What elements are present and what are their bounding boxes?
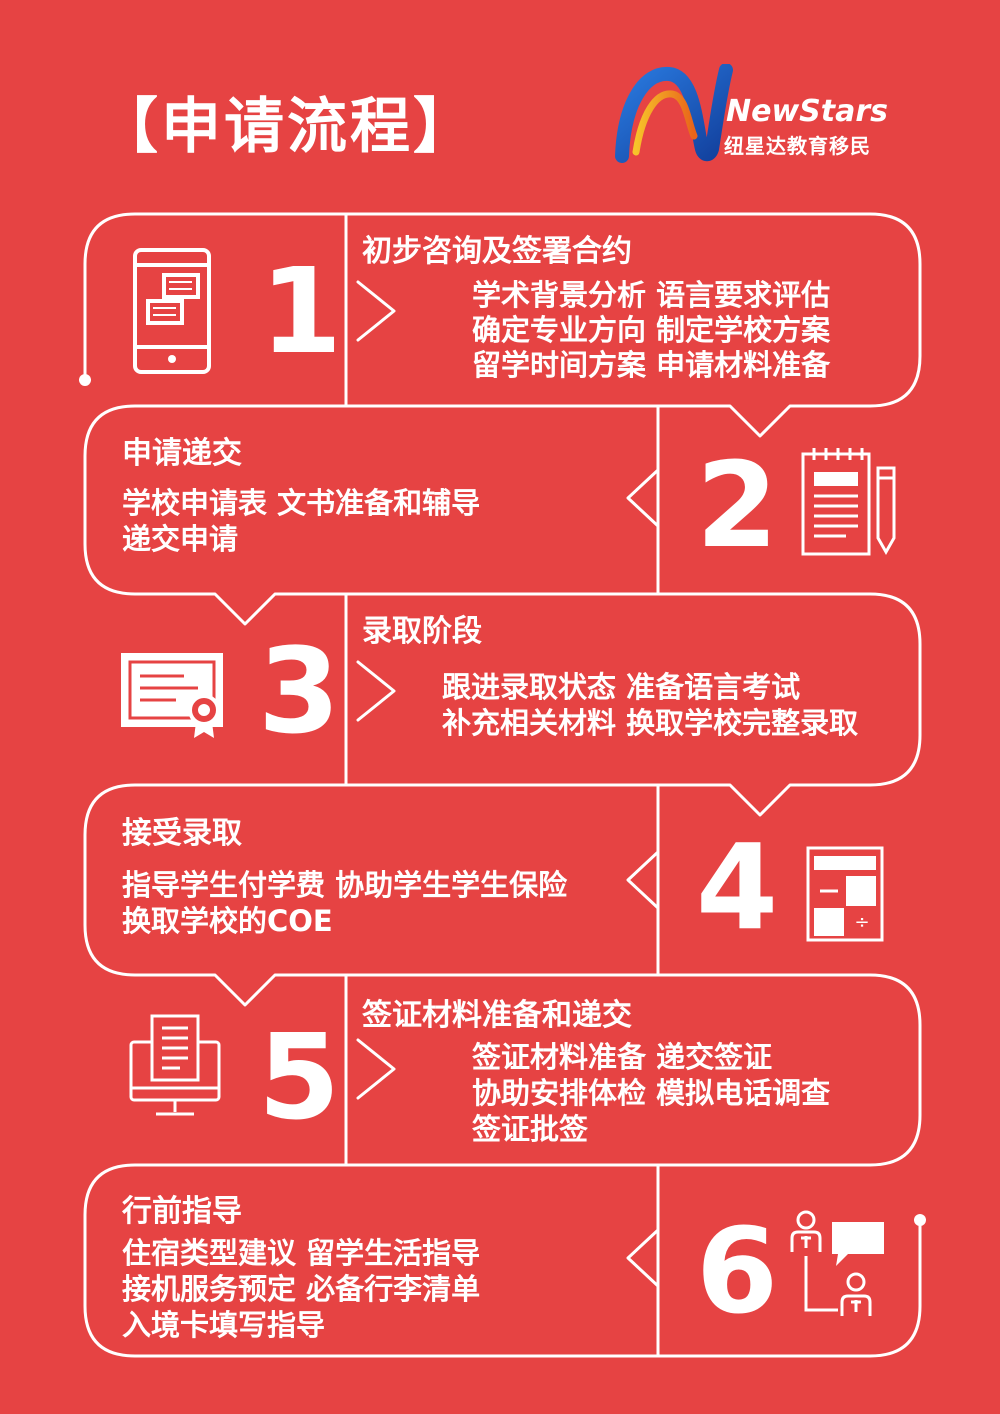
step-2-number: 2	[696, 436, 779, 574]
step-6-line-3: 入境卡填写指导	[122, 1308, 326, 1342]
calculator-icon: ÷	[806, 846, 884, 942]
tablet-icon	[133, 248, 211, 374]
step-1-title: 初步咨询及签署合约	[362, 234, 632, 269]
step-3-title: 录取阶段	[362, 614, 482, 649]
step-2-line-1: 学校申请表 文书准备和辅导	[122, 486, 481, 520]
page-title: 【申请流程】	[98, 92, 476, 162]
step-3-line-2: 补充相关材料 换取学校完整录取	[442, 706, 859, 740]
logo-name: NewStars	[726, 94, 889, 129]
newstars-logo-mark-icon	[615, 63, 733, 163]
svg-text:÷: ÷	[854, 912, 869, 933]
step-2-line-2: 递交申请	[122, 522, 239, 556]
step-4-number: 4	[696, 818, 779, 956]
step-6-line-2: 接机服务预定 必备行李清单	[122, 1272, 481, 1306]
certificate-icon	[121, 653, 223, 738]
step-3-line-1: 跟进录取状态 准备语言考试	[442, 670, 801, 704]
newstars-logo: NewStars 纽星达教育移民	[614, 63, 904, 164]
step-1-number: 1	[260, 242, 343, 380]
step-4-line-1: 指导学生付学费 协助学生学生保险	[122, 868, 568, 902]
step-1-line-2: 确定专业方向 制定学校方案	[472, 313, 831, 347]
step-4-line-2: 换取学校的COE	[122, 904, 333, 938]
step-2-title: 申请递交	[122, 436, 242, 471]
process-poster: 【申请流程】 NewStars 纽星达教育移民 1 初步咨询及签署合约 学术背景…	[0, 0, 1000, 1414]
notepad-pencil-icon	[801, 448, 896, 556]
step-1-line-1: 学术背景分析 语言要求评估	[472, 278, 831, 312]
step-6-title: 行前指导	[122, 1194, 242, 1229]
step-6-line-1: 住宿类型建议 留学生活指导	[122, 1236, 481, 1270]
step-1-line-3: 留学时间方案 申请材料准备	[472, 348, 831, 382]
step-6-number: 6	[696, 1202, 779, 1340]
step-5-line-1: 签证材料准备 递交签证	[472, 1040, 773, 1074]
computer-document-icon	[129, 1014, 221, 1116]
step-3-number: 3	[258, 622, 341, 760]
step-5-line-2: 协助安排体检 模拟电话调查	[472, 1076, 831, 1110]
step-4-title: 接受录取	[122, 816, 242, 851]
step-5-number: 5	[258, 1008, 341, 1146]
step-5-title: 签证材料准备和递交	[362, 998, 632, 1033]
logo-subtitle: 纽星达教育移民	[724, 134, 871, 158]
consultation-icon	[790, 1210, 884, 1316]
step-5-line-3: 签证批签	[472, 1112, 589, 1146]
